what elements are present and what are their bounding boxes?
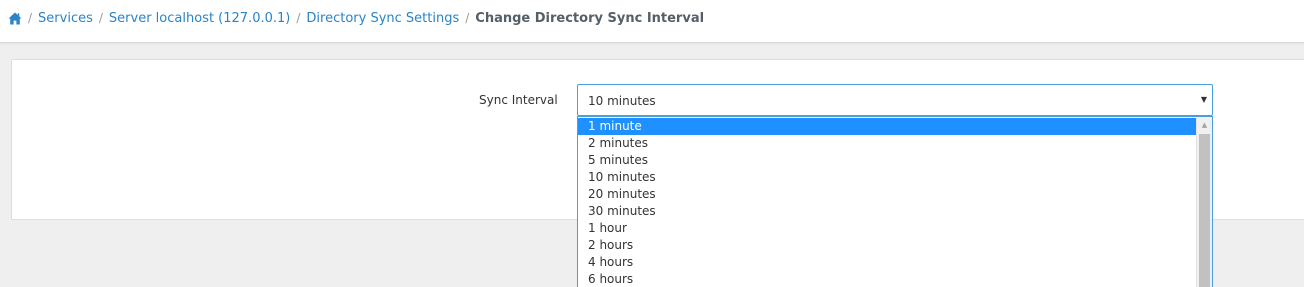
sync-interval-select[interactable]: 10 minutes ▼: [577, 84, 1213, 116]
breadcrumb-server-link[interactable]: Server localhost (127.0.0.1): [109, 11, 290, 26]
breadcrumb-services-link[interactable]: Services: [38, 11, 93, 26]
sync-interval-option[interactable]: 10 minutes: [578, 169, 1196, 186]
breadcrumb-directory-sync-link[interactable]: Directory Sync Settings: [306, 11, 459, 26]
sync-interval-option[interactable]: 20 minutes: [578, 186, 1196, 203]
sync-interval-option[interactable]: 1 minute: [578, 118, 1196, 135]
sync-interval-dropdown-list: 1 minute 2 minutes 5 minutes 10 minutes …: [577, 116, 1213, 287]
breadcrumb-separator: /: [28, 11, 33, 25]
dropdown-scrollbar[interactable]: ▲: [1196, 117, 1212, 287]
sync-interval-selected-value: 10 minutes: [588, 94, 656, 108]
sync-interval-option[interactable]: 1 hour: [578, 220, 1196, 237]
sync-interval-label: Sync Interval: [479, 93, 558, 107]
top-header: / Services / Server localhost (127.0.0.1…: [0, 0, 1304, 43]
sync-interval-option[interactable]: 5 minutes: [578, 152, 1196, 169]
breadcrumb-separator: /: [465, 11, 470, 25]
page-title: Change Directory Sync Interval: [475, 10, 705, 26]
sync-interval-option[interactable]: 6 hours: [578, 271, 1196, 287]
home-icon[interactable]: [8, 12, 22, 25]
sync-interval-option[interactable]: 2 minutes: [578, 135, 1196, 152]
scrollbar-thumb[interactable]: [1199, 134, 1210, 287]
scroll-up-arrow-icon[interactable]: ▲: [1197, 117, 1212, 133]
breadcrumb-separator: /: [296, 11, 301, 25]
breadcrumb: / Services / Server localhost (127.0.0.1…: [8, 10, 704, 26]
sync-interval-option[interactable]: 2 hours: [578, 237, 1196, 254]
sync-interval-option[interactable]: 4 hours: [578, 254, 1196, 271]
chevron-down-icon: ▼: [1200, 95, 1207, 104]
breadcrumb-separator: /: [98, 11, 103, 25]
sync-interval-option[interactable]: 30 minutes: [578, 203, 1196, 220]
